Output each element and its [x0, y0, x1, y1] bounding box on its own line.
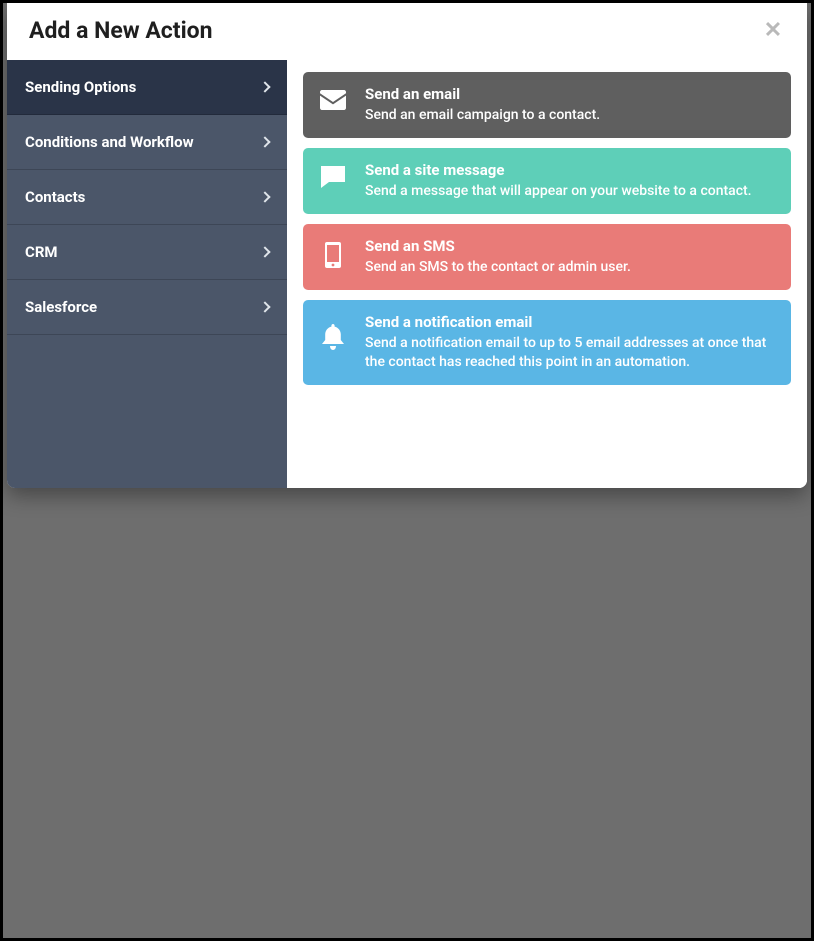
- action-texts: Send a notification email Send a notific…: [365, 312, 775, 373]
- action-texts: Send an email Send an email campaign to …: [365, 84, 775, 126]
- chevron-right-icon: [259, 136, 270, 147]
- action-desc: Send a notification email to up to 5 ema…: [365, 334, 775, 373]
- chevron-right-icon: [259, 81, 270, 92]
- sidebar-item-crm[interactable]: CRM: [7, 225, 287, 280]
- action-desc: Send an email campaign to a contact.: [365, 106, 775, 126]
- close-button[interactable]: ✕: [761, 19, 785, 43]
- sidebar-item-label: CRM: [25, 243, 58, 261]
- action-send-sms[interactable]: Send an SMS Send an SMS to the contact o…: [303, 224, 791, 290]
- sidebar-item-label: Sending Options: [25, 78, 136, 96]
- action-title: Send a notification email: [365, 312, 775, 332]
- action-list: Send an email Send an email campaign to …: [287, 60, 807, 488]
- action-send-notification[interactable]: Send a notification email Send a notific…: [303, 300, 791, 385]
- action-texts: Send an SMS Send an SMS to the contact o…: [365, 236, 775, 278]
- close-icon: ✕: [764, 20, 782, 42]
- action-desc: Send an SMS to the contact or admin user…: [365, 258, 775, 278]
- action-title: Send an email: [365, 84, 775, 104]
- modal-body: Sending Options Conditions and Workflow …: [7, 60, 807, 488]
- modal-title: Add a New Action: [29, 17, 213, 44]
- bell-icon: [319, 312, 347, 350]
- action-title: Send an SMS: [365, 236, 775, 256]
- chevron-right-icon: [259, 301, 270, 312]
- action-send-email[interactable]: Send an email Send an email campaign to …: [303, 72, 791, 138]
- sidebar-item-contacts[interactable]: Contacts: [7, 170, 287, 225]
- sidebar: Sending Options Conditions and Workflow …: [7, 60, 287, 488]
- phone-icon: [319, 236, 347, 268]
- sidebar-item-conditions-workflow[interactable]: Conditions and Workflow: [7, 115, 287, 170]
- sidebar-item-label: Conditions and Workflow: [25, 133, 194, 151]
- chat-icon: [319, 160, 347, 188]
- action-title: Send a site message: [365, 160, 775, 180]
- sidebar-item-sending-options[interactable]: Sending Options: [7, 60, 287, 115]
- add-action-modal: Add a New Action ✕ Sending Options Condi…: [7, 3, 807, 488]
- action-desc: Send a message that will appear on your …: [365, 182, 775, 202]
- sidebar-item-label: Contacts: [25, 188, 85, 206]
- action-send-site-message[interactable]: Send a site message Send a message that …: [303, 148, 791, 214]
- action-texts: Send a site message Send a message that …: [365, 160, 775, 202]
- envelope-icon: [319, 84, 347, 110]
- modal-header: Add a New Action ✕: [7, 3, 807, 60]
- sidebar-item-label: Salesforce: [25, 298, 97, 316]
- chevron-right-icon: [259, 191, 270, 202]
- chevron-right-icon: [259, 246, 270, 257]
- sidebar-item-salesforce[interactable]: Salesforce: [7, 280, 287, 335]
